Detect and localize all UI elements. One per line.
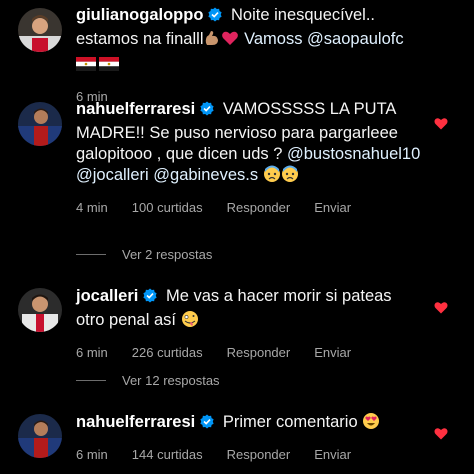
heart-icon[interactable] <box>434 117 448 130</box>
comment-item: nahuelferraresi Primer comentario 6 min … <box>0 404 474 474</box>
verified-badge-icon <box>142 288 158 310</box>
comment-item: jocalleri Me vas a hacer morir si pateas… <box>0 278 474 360</box>
comment-text: jocalleri Me vas a hacer morir si pateas… <box>76 286 422 334</box>
username[interactable]: giulianogaloppo <box>76 6 203 24</box>
avatar[interactable] <box>18 288 62 332</box>
egypt-flag-emoji <box>99 56 119 77</box>
comment-time: 6 min <box>76 345 108 360</box>
view-replies-button[interactable]: Ver 2 respostas <box>76 247 212 262</box>
anxious-face-emoji <box>281 165 299 189</box>
send-button[interactable]: Enviar <box>314 342 351 363</box>
reply-button[interactable]: Responder <box>227 197 291 218</box>
comment-body-tail[interactable]: Vamoss @saopaulofc <box>244 30 404 48</box>
reply-button[interactable]: Responder <box>227 444 291 465</box>
username[interactable]: nahuelferraresi <box>76 413 195 431</box>
likes-count[interactable]: 144 curtidas <box>132 444 203 465</box>
flexed-biceps-emoji <box>203 29 221 53</box>
verified-badge-icon <box>199 101 215 123</box>
comment-text: nahuelferraresi Primer comentario <box>76 412 422 436</box>
likes-count[interactable]: 226 curtidas <box>132 342 203 363</box>
zany-face-emoji <box>181 310 199 334</box>
view-replies-label[interactable]: Ver 12 respostas <box>122 373 220 388</box>
send-button[interactable]: Enviar <box>314 444 351 465</box>
comment-text: giulianogaloppo Noite inesquecível.. est… <box>76 5 422 77</box>
divider <box>76 254 106 255</box>
anxious-face-emoji <box>263 165 281 189</box>
comment-item: giulianogaloppo Noite inesquecível.. est… <box>0 0 474 104</box>
heart-eyes-emoji <box>362 412 380 436</box>
view-replies-button[interactable]: Ver 12 respostas <box>76 373 220 388</box>
username[interactable]: jocalleri <box>76 287 138 305</box>
comment-text: nahuelferraresi VAMOSSSSS LA PUTA MADRE!… <box>76 99 422 189</box>
comment-time: 4 min <box>76 200 108 215</box>
username[interactable]: nahuelferraresi <box>76 100 195 118</box>
send-button[interactable]: Enviar <box>314 197 351 218</box>
avatar[interactable] <box>18 8 62 52</box>
comment-body: Primer comentario <box>222 413 358 431</box>
heart-icon[interactable] <box>434 301 448 314</box>
red-heart-emoji <box>221 29 239 53</box>
heart-icon[interactable] <box>434 427 448 440</box>
verified-badge-icon <box>207 7 223 29</box>
egypt-flag-emoji <box>76 56 96 77</box>
mention-link[interactable]: @jocalleri <box>76 166 149 184</box>
verified-badge-icon <box>199 414 215 436</box>
divider <box>76 380 106 381</box>
reply-button[interactable]: Responder <box>227 342 291 363</box>
avatar[interactable] <box>18 414 62 458</box>
view-replies-label[interactable]: Ver 2 respostas <box>122 247 212 262</box>
mention-link[interactable]: @bustosnahuel10 <box>287 145 420 163</box>
mention-link[interactable]: @gabineves.s <box>153 166 258 184</box>
avatar[interactable] <box>18 102 62 146</box>
likes-count[interactable]: 100 curtidas <box>132 197 203 218</box>
comment-item: nahuelferraresi VAMOSSSSS LA PUTA MADRE!… <box>0 92 474 242</box>
comment-time: 6 min <box>76 447 108 462</box>
